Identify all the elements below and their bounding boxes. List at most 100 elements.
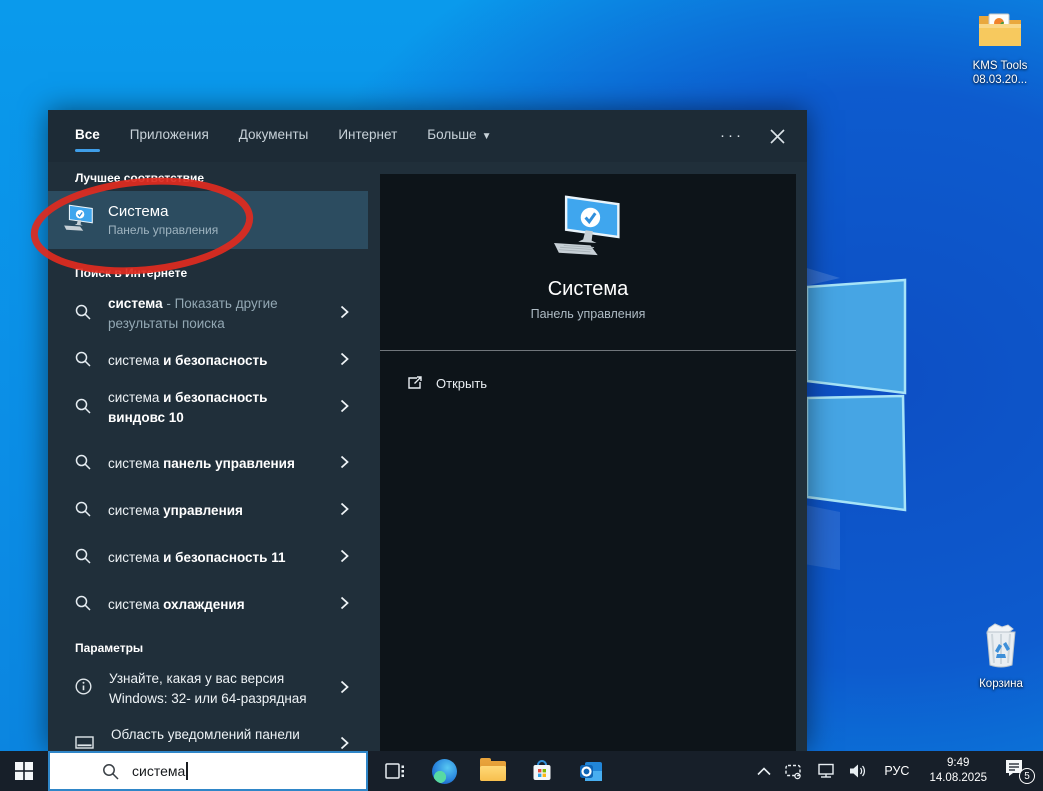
- detail-subtitle: Панель управления: [380, 307, 796, 321]
- search-icon: [75, 304, 91, 325]
- taskbar-app-icons: [382, 758, 604, 784]
- best-match-detail-panel: Система Панель управления Открыть: [380, 174, 796, 751]
- more-options-icon[interactable]: ···: [720, 131, 744, 141]
- divider: [380, 350, 796, 351]
- desktop-icon-kms-tools[interactable]: KMS Tools 08.03.20...: [957, 10, 1043, 88]
- language-indicator[interactable]: РУС: [880, 764, 913, 778]
- windows-logo-icon: [15, 762, 33, 780]
- web-suggestion-1[interactable]: система и безопасность: [48, 342, 368, 380]
- chevron-right-icon[interactable]: [340, 736, 354, 752]
- settings-suggestion-0[interactable]: Узнайте, какая у вас версия Windows: 32-…: [48, 661, 368, 717]
- best-match-item-system[interactable]: Система Панель управления: [48, 191, 368, 249]
- search-icon: [102, 763, 119, 780]
- suggestion-text: система и безопасность виндовс 10: [108, 382, 326, 433]
- clock-date: 14.08.2025: [929, 771, 987, 786]
- clock[interactable]: 9:49 14.08.2025: [926, 756, 990, 786]
- store-icon: [530, 759, 554, 783]
- active-tab-underline: [75, 149, 100, 152]
- tab-apps[interactable]: Приложения: [130, 121, 209, 152]
- section-header-web-search: Поиск в Интернете: [48, 249, 368, 286]
- open-action[interactable]: Открыть: [380, 366, 796, 400]
- best-match-subtitle: Панель управления: [108, 223, 218, 237]
- tab-label: Все: [75, 127, 100, 142]
- tray-device-icon[interactable]: [784, 763, 803, 780]
- web-suggestion-6[interactable]: система охлаждения: [48, 586, 368, 624]
- chevron-right-icon[interactable]: [340, 549, 354, 568]
- desktop: KMS Tools 08.03.20... Корзина Все Приложе…: [0, 0, 1043, 791]
- chevron-right-icon[interactable]: [340, 455, 354, 474]
- taskbar-settings-icon: [75, 735, 94, 751]
- suggestion-text: Область уведомлений панели задач: [111, 719, 329, 751]
- chevron-right-icon[interactable]: [340, 352, 354, 371]
- settings-suggestion-1[interactable]: Область уведомлений панели задач: [48, 717, 368, 751]
- search-icon: [75, 548, 91, 569]
- chevron-right-icon[interactable]: [340, 305, 354, 324]
- search-icon: [75, 501, 91, 522]
- suggestion-text: система и безопасность: [108, 345, 326, 377]
- open-label: Открыть: [436, 376, 487, 391]
- chevron-right-icon[interactable]: [340, 680, 354, 699]
- detail-title: Система: [380, 278, 796, 301]
- web-suggestion-2[interactable]: система и безопасность виндовс 10: [48, 380, 368, 436]
- tab-all[interactable]: Все: [75, 121, 100, 152]
- desktop-icon-label: KMS Tools 08.03.20...: [957, 59, 1043, 88]
- outlook-icon: [579, 759, 604, 784]
- taskbar-search-input[interactable]: система: [48, 751, 368, 791]
- web-suggestion-5[interactable]: система и безопасность 11: [48, 530, 368, 586]
- web-suggestion-4[interactable]: система управления: [48, 492, 368, 530]
- launch-icon: [407, 375, 423, 391]
- microsoft-store-button[interactable]: [529, 758, 555, 784]
- search-filter-tabs: Все Приложения Документы Интернет Больше ▼ ··…: [48, 110, 807, 162]
- notification-count-badge: 5: [1019, 768, 1035, 784]
- chevron-right-icon[interactable]: [340, 502, 354, 521]
- task-view-button[interactable]: [382, 758, 408, 784]
- start-button[interactable]: [0, 751, 48, 791]
- suggestion-text: система управления: [108, 495, 326, 527]
- chevron-right-icon[interactable]: [340, 399, 354, 418]
- system-computer-icon-large: [549, 192, 627, 265]
- edge-icon: [432, 759, 457, 784]
- tab-label: Документы: [239, 127, 309, 142]
- best-match-title: Система: [108, 203, 218, 220]
- notification-center-button[interactable]: 5: [1003, 758, 1033, 784]
- section-header-settings: Параметры: [48, 624, 368, 661]
- network-icon[interactable]: [816, 763, 836, 779]
- search-results-list: Лучшее соответствие Система Пане: [48, 162, 368, 751]
- chevron-right-icon[interactable]: [340, 596, 354, 615]
- taskbar: система: [0, 751, 1043, 791]
- close-icon[interactable]: [770, 129, 785, 144]
- suggestion-text: система панель управления: [108, 448, 326, 480]
- active-tab-underline: [130, 149, 209, 152]
- clock-time: 9:49: [929, 756, 987, 771]
- tab-label: Больше: [427, 127, 476, 142]
- desktop-icon-label: Корзина: [958, 677, 1043, 691]
- tab-label: Приложения: [130, 127, 209, 142]
- suggestion-text: система охлаждения: [108, 589, 326, 621]
- tray-chevron-up-icon[interactable]: [757, 767, 771, 776]
- chevron-down-icon: ▼: [482, 131, 492, 142]
- suggestion-text: система и безопасность 11: [108, 542, 326, 574]
- outlook-button[interactable]: [578, 758, 604, 784]
- tab-more[interactable]: Больше ▼: [427, 121, 491, 152]
- tab-web[interactable]: Интернет: [338, 121, 397, 152]
- file-explorer-icon: [480, 761, 506, 781]
- search-icon: [75, 454, 91, 475]
- web-suggestion-0[interactable]: система - Показать другие результаты пои…: [48, 286, 368, 342]
- web-suggestion-3[interactable]: система панель управления: [48, 436, 368, 492]
- recycle-bin-icon: [980, 622, 1022, 673]
- search-flyout: Все Приложения Документы Интернет Больше ▼ ··…: [48, 110, 807, 751]
- folder-icon: [977, 10, 1023, 55]
- desktop-icon-recycle-bin[interactable]: Корзина: [958, 622, 1043, 691]
- active-tab-underline: [338, 149, 397, 152]
- tab-documents[interactable]: Документы: [239, 121, 309, 152]
- suggestion-text: Узнайте, какая у вас версия Windows: 32-…: [109, 663, 327, 714]
- system-computer-icon: [62, 203, 96, 238]
- volume-icon[interactable]: [849, 763, 867, 779]
- info-icon: [75, 678, 92, 700]
- file-explorer-button[interactable]: [480, 758, 506, 784]
- search-icon: [75, 351, 91, 372]
- edge-browser-button[interactable]: [431, 758, 457, 784]
- active-tab-underline: [427, 149, 491, 152]
- search-icon: [75, 595, 91, 616]
- search-input-value: система: [132, 763, 185, 779]
